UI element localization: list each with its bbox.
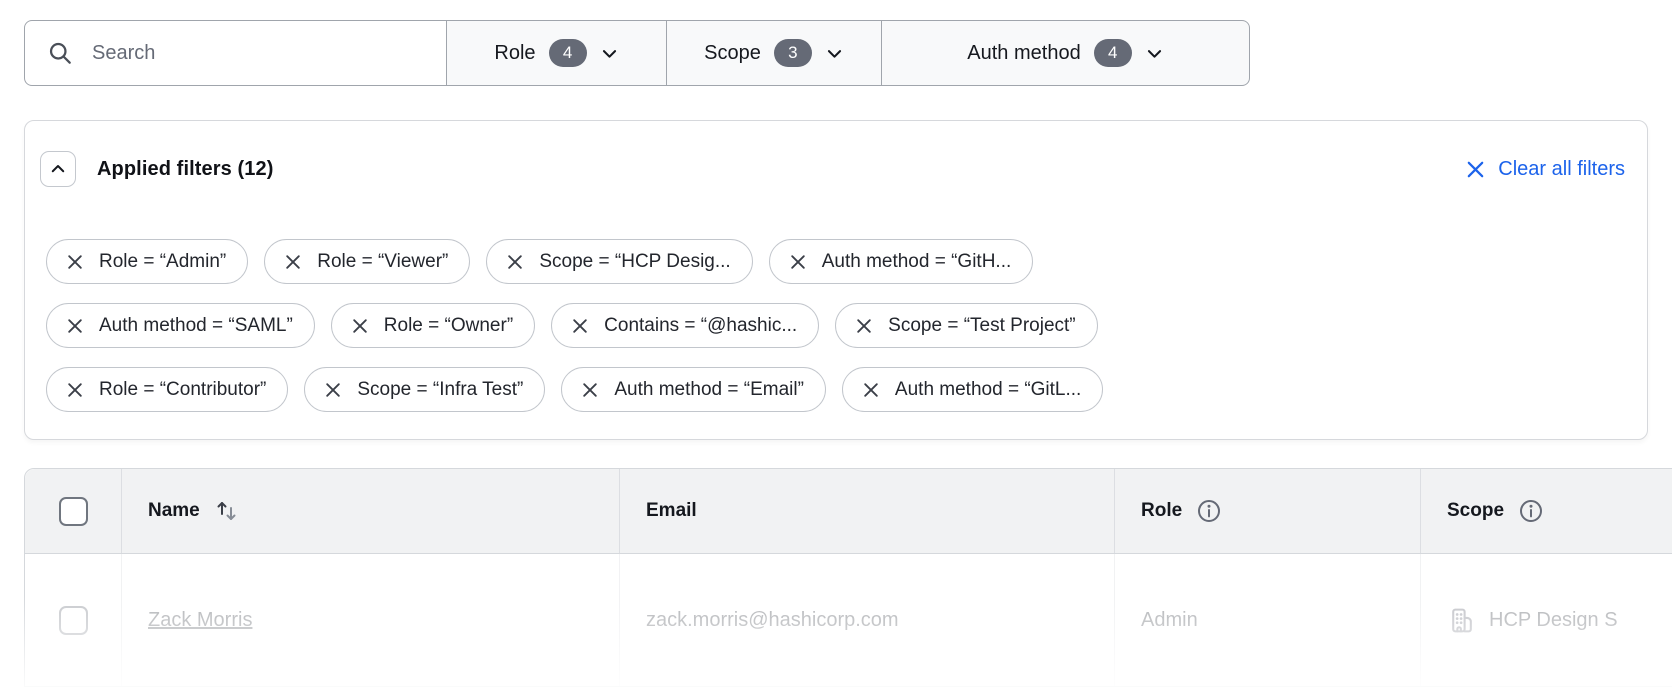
search-icon (47, 40, 74, 67)
dismiss-chip-icon[interactable] (854, 316, 874, 336)
applied-filters-panel: Applied filters (12) Clear all filters R… (24, 120, 1648, 440)
column-header-name[interactable]: Name (121, 469, 619, 553)
filter-chip: Auth method = “GitH... (769, 239, 1034, 284)
organization-building-icon (1447, 606, 1476, 635)
column-header-scope: Scope (1420, 469, 1672, 553)
dismiss-chip-icon[interactable] (65, 252, 85, 272)
table-header-row: Name Email Role Scope (25, 469, 1672, 554)
row-checkbox[interactable] (59, 606, 88, 635)
clear-all-filters-link[interactable]: Clear all filters (1464, 151, 1625, 187)
applied-filters-title: Applied filters (12) (97, 151, 273, 187)
chip-label: Scope = “Infra Test” (357, 379, 523, 401)
member-role: Admin (1141, 609, 1198, 632)
chevron-down-icon (600, 44, 619, 63)
chevron-down-icon (1145, 44, 1164, 63)
filter-bar: Role 4 Scope 3 Auth method 4 (24, 20, 1250, 86)
scope-dropdown-label: Scope (704, 42, 761, 65)
chip-label: Scope = “HCP Desig... (539, 251, 730, 273)
member-email: zack.morris@hashicorp.com (646, 609, 899, 632)
search-input[interactable] (92, 42, 392, 65)
row-email-cell: zack.morris@hashicorp.com (619, 554, 1114, 686)
chip-label: Role = “Viewer” (317, 251, 448, 273)
role-filter-dropdown[interactable]: Role 4 (447, 20, 667, 86)
members-filter-page: Role 4 Scope 3 Auth method 4 (0, 0, 1672, 690)
close-icon (1464, 158, 1487, 181)
chip-label: Scope = “Test Project” (888, 315, 1075, 337)
chip-label: Role = “Admin” (99, 251, 226, 273)
filter-chip: Auth method = “SAML” (46, 303, 315, 348)
auth-method-dropdown-label: Auth method (967, 42, 1080, 65)
chip-label: Auth method = “GitL... (895, 379, 1081, 401)
filter-chip: Role = “Contributor” (46, 367, 288, 412)
chip-row: Role = “Admin” Role = “Viewer” Scope = “… (46, 239, 1103, 284)
sort-icon (214, 497, 240, 525)
dismiss-chip-icon[interactable] (580, 380, 600, 400)
chip-label: Auth method = “GitH... (822, 251, 1012, 273)
scope-count-badge: 3 (774, 39, 812, 67)
email-column-label: Email (646, 500, 697, 522)
table-row: Zack Morris zack.morris@hashicorp.com Ad… (25, 554, 1672, 686)
filter-chip: Role = “Admin” (46, 239, 248, 284)
scope-filter-dropdown[interactable]: Scope 3 (667, 20, 882, 86)
filter-chip: Scope = “Infra Test” (304, 367, 545, 412)
member-name-link[interactable]: Zack Morris (148, 609, 252, 632)
info-icon[interactable] (1196, 498, 1222, 524)
chevron-down-icon (825, 44, 844, 63)
column-header-role: Role (1114, 469, 1420, 553)
row-name-cell: Zack Morris (121, 554, 619, 686)
filter-chip: Contains = “@hashic... (551, 303, 819, 348)
header-checkbox-cell (25, 469, 121, 553)
filter-chips: Role = “Admin” Role = “Viewer” Scope = “… (46, 239, 1103, 412)
collapse-filters-button[interactable] (40, 151, 76, 187)
dismiss-chip-icon[interactable] (65, 380, 85, 400)
filter-chip: Auth method = “GitL... (842, 367, 1103, 412)
clear-all-filters-label: Clear all filters (1498, 158, 1625, 181)
chip-label: Contains = “@hashic... (604, 315, 797, 337)
role-column-label: Role (1141, 500, 1182, 522)
dismiss-chip-icon[interactable] (65, 316, 85, 336)
chip-label: Auth method = “SAML” (99, 315, 293, 337)
chip-label: Role = “Contributor” (99, 379, 266, 401)
name-column-label: Name (148, 500, 200, 522)
dismiss-chip-icon[interactable] (283, 252, 303, 272)
member-scope: HCP Design S (1489, 609, 1618, 632)
filter-chip: Auth method = “Email” (561, 367, 826, 412)
dismiss-chip-icon[interactable] (570, 316, 590, 336)
scope-column-label: Scope (1447, 500, 1504, 522)
filter-chip: Role = “Viewer” (264, 239, 470, 284)
row-scope-cell: HCP Design S (1420, 554, 1672, 686)
filter-chip: Scope = “HCP Desig... (486, 239, 752, 284)
chevron-up-icon (49, 160, 67, 178)
auth-method-count-badge: 4 (1094, 39, 1132, 67)
auth-method-filter-dropdown[interactable]: Auth method 4 (882, 20, 1250, 86)
role-dropdown-label: Role (494, 42, 535, 65)
filter-chip: Role = “Owner” (331, 303, 535, 348)
select-all-checkbox[interactable] (59, 497, 88, 526)
chip-label: Role = “Owner” (384, 315, 513, 337)
chip-label: Auth method = “Email” (614, 379, 804, 401)
row-checkbox-cell (25, 554, 121, 686)
dismiss-chip-icon[interactable] (350, 316, 370, 336)
filter-chip: Scope = “Test Project” (835, 303, 1097, 348)
dismiss-chip-icon[interactable] (788, 252, 808, 272)
dismiss-chip-icon[interactable] (861, 380, 881, 400)
members-table: Name Email Role Scope (24, 468, 1672, 687)
row-role-cell: Admin (1114, 554, 1420, 686)
chip-row: Auth method = “SAML” Role = “Owner” Cont… (46, 303, 1103, 348)
dismiss-chip-icon[interactable] (323, 380, 343, 400)
search-field[interactable] (24, 20, 447, 86)
dismiss-chip-icon[interactable] (505, 252, 525, 272)
info-icon[interactable] (1518, 498, 1544, 524)
column-header-email: Email (619, 469, 1114, 553)
role-count-badge: 4 (549, 39, 587, 67)
chip-row: Role = “Contributor” Scope = “Infra Test… (46, 367, 1103, 412)
